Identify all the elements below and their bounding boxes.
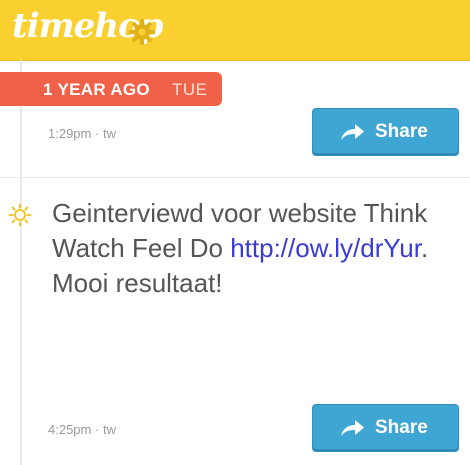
years-ago-label: 1 YEAR AGO xyxy=(43,80,150,99)
gear-icon[interactable] xyxy=(128,18,156,46)
date-badge: 1 YEAR AGO TUE xyxy=(0,72,222,106)
app-header: timehop xyxy=(0,0,470,61)
sun-icon xyxy=(8,203,32,227)
entry-source: tw xyxy=(102,422,116,437)
entry-time: 4:25pm xyxy=(48,422,92,437)
meta-separator: · xyxy=(95,422,103,437)
share-button[interactable]: Share xyxy=(312,108,459,156)
meta-separator: · xyxy=(95,126,103,141)
entry-meta: 1:29pm · tw xyxy=(48,126,116,141)
post-text: Geinterviewd voor website Think Watch Fe… xyxy=(52,196,452,301)
post-link[interactable]: http://ow.ly/drYur xyxy=(230,233,421,263)
timeline-line xyxy=(20,60,22,465)
share-button-label: Share xyxy=(375,121,428,142)
arrow-share-icon xyxy=(341,420,364,436)
share-button[interactable]: Share xyxy=(312,404,459,452)
entry-time: 1:29pm xyxy=(48,126,92,141)
entry-meta: 4:25pm · tw xyxy=(48,422,116,437)
entry-divider xyxy=(0,177,470,178)
share-button-label: Share xyxy=(375,417,428,438)
arrow-share-icon xyxy=(341,124,364,140)
entry-source: tw xyxy=(102,126,116,141)
weekday-label: TUE xyxy=(172,80,208,99)
